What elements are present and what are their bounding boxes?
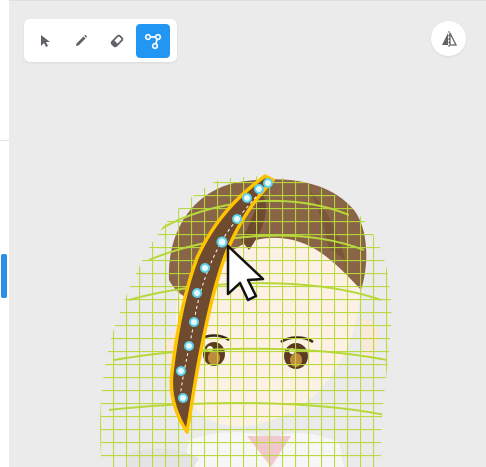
bezier-path-icon [144,33,162,49]
left-panel-divider [0,140,9,141]
canvas-top-border [9,0,486,1]
left-panel-scroll-indicator[interactable] [1,254,7,298]
pencil-icon [76,34,88,46]
select-tool-button[interactable] [28,24,62,58]
editor-canvas[interactable] [9,0,486,467]
path-tool-button[interactable] [136,23,170,58]
deformation-mesh[interactable] [89,170,409,467]
character-viewport[interactable] [9,0,486,467]
flip-horizontal-button[interactable] [431,21,466,56]
pen-tool-button[interactable] [64,24,98,58]
flip-horizontal-icon [441,30,457,47]
cursor-arrow-icon [41,34,50,47]
tool-palette [24,19,177,62]
left-panel-edge [0,0,9,467]
eraser-tool-button[interactable] [100,24,134,58]
eraser-icon [110,34,124,47]
